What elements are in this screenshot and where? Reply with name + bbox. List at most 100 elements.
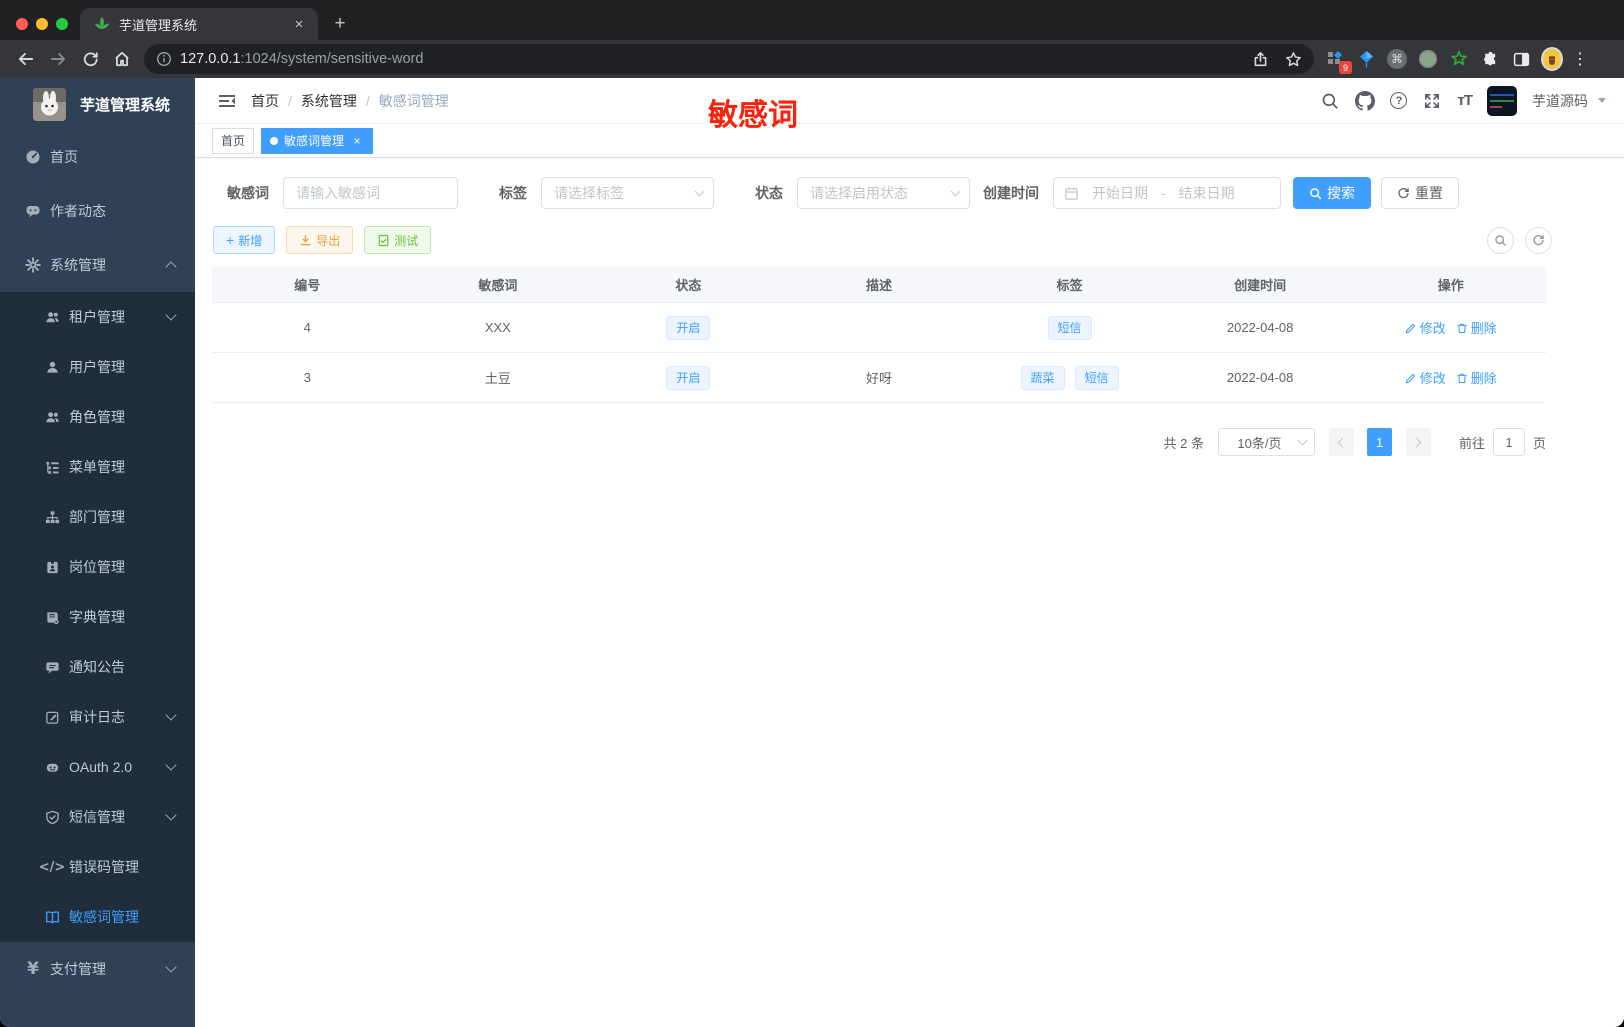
- sidebar-item-label: 部门管理: [69, 509, 125, 525]
- sidebar-item-system[interactable]: 系统管理: [0, 238, 195, 292]
- sidebar-item-sms[interactable]: 短信管理: [0, 792, 195, 842]
- site-info-icon[interactable]: [156, 51, 172, 67]
- breadcrumb-home[interactable]: 首页: [251, 91, 279, 111]
- table-row: 4 XXX 开启 短信 2022-04-08 修改 删除: [212, 302, 1546, 352]
- forward-icon[interactable]: [45, 46, 71, 72]
- toggle-search-button[interactable]: [1487, 226, 1514, 254]
- sidebar-item-oauth[interactable]: OAuth 2.0: [0, 742, 195, 792]
- breadcrumb-system[interactable]: 系统管理: [301, 91, 357, 111]
- share-icon[interactable]: [1252, 51, 1269, 68]
- extension-command-icon[interactable]: ⌘: [1386, 48, 1408, 70]
- tag-close-icon[interactable]: ×: [350, 134, 364, 148]
- delete-link[interactable]: 删除: [1456, 368, 1497, 387]
- reset-button[interactable]: 重置: [1381, 177, 1459, 209]
- shield-check-icon: [44, 809, 60, 825]
- caret-down-icon[interactable]: [1598, 98, 1606, 103]
- refresh-button[interactable]: [1525, 226, 1552, 254]
- sidebar-item-author[interactable]: 作者动态: [0, 184, 195, 238]
- column-header: 敏感词: [478, 277, 518, 293]
- sidebar-item-label: 首页: [50, 149, 78, 165]
- date-start-input[interactable]: [1081, 185, 1159, 201]
- home-icon[interactable]: [109, 46, 135, 72]
- add-button[interactable]: + 新增: [213, 226, 276, 254]
- extension-star-icon[interactable]: [1448, 48, 1470, 70]
- reload-icon[interactable]: [77, 46, 103, 72]
- extension-kite-icon[interactable]: [1355, 48, 1377, 70]
- next-page-button[interactable]: [1405, 428, 1431, 456]
- github-icon[interactable]: [1355, 90, 1376, 111]
- delete-link[interactable]: 删除: [1456, 318, 1497, 337]
- extension-grid-icon[interactable]: 9: [1324, 48, 1352, 74]
- sidebar-item-audit-log[interactable]: 审计日志: [0, 692, 195, 742]
- hamburger-icon[interactable]: [217, 91, 237, 111]
- profile-avatar[interactable]: [1541, 47, 1563, 71]
- edit-link[interactable]: 修改: [1405, 318, 1446, 337]
- browser-tab[interactable]: 芋道管理系统 ×: [80, 8, 318, 40]
- sidebar-item-menu[interactable]: 菜单管理: [0, 442, 195, 492]
- close-window-button[interactable]: [16, 18, 28, 30]
- sidebar-item-label: OAuth 2.0: [69, 759, 133, 775]
- chevron-down-icon: [165, 809, 177, 821]
- trash-icon: [1457, 323, 1467, 333]
- search-button[interactable]: 搜索: [1293, 177, 1371, 209]
- plus-icon: +: [226, 232, 235, 248]
- active-dot: [270, 136, 279, 145]
- sidebar-item-payment[interactable]: ¥ 支付管理: [0, 942, 195, 996]
- tag-view-current[interactable]: 敏感词管理 ×: [261, 127, 374, 154]
- column-header: 标签: [1056, 277, 1083, 293]
- header-search-icon[interactable]: [1320, 91, 1340, 111]
- user-avatar[interactable]: [1487, 85, 1517, 116]
- fullscreen-icon[interactable]: [1422, 91, 1442, 111]
- back-icon[interactable]: [13, 46, 39, 72]
- help-icon[interactable]: ?: [1390, 92, 1408, 109]
- extensions-puzzle-icon[interactable]: [1479, 48, 1501, 70]
- minimize-window-button[interactable]: [36, 18, 48, 30]
- test-button[interactable]: 测试: [364, 226, 432, 254]
- pagination: 共 2 条 10条/页 1 前往 页: [195, 428, 1546, 456]
- extension-dot-icon[interactable]: [1417, 48, 1439, 70]
- export-button[interactable]: 导出: [286, 226, 354, 254]
- new-tab-button[interactable]: +: [326, 10, 354, 38]
- pencil-icon: [1405, 323, 1416, 333]
- date-range-picker[interactable]: -: [1053, 177, 1281, 209]
- tag-badge: 短信: [1074, 365, 1119, 390]
- filter-form: 敏感词 标签 状态: [195, 177, 1624, 209]
- sidebar-item-notice[interactable]: 通知公告: [0, 642, 195, 692]
- bookmark-star-icon[interactable]: [1285, 51, 1302, 68]
- maximize-window-button[interactable]: [56, 18, 68, 30]
- sidebar-item-sensitive-word[interactable]: 敏感词管理: [0, 892, 195, 942]
- sidebar-item-label: 系统管理: [50, 257, 106, 273]
- sidebar-item-department[interactable]: 部门管理: [0, 492, 195, 542]
- tag-view-home[interactable]: 首页: [212, 127, 255, 154]
- sidebar-item-user[interactable]: 用户管理: [0, 342, 195, 392]
- sidebar-item-tenant[interactable]: 租户管理: [0, 292, 195, 342]
- date-end-input[interactable]: [1167, 185, 1246, 201]
- tag-filter-input[interactable]: [542, 185, 713, 201]
- tag-filter-select[interactable]: [541, 177, 714, 209]
- sidebar-item-label: 用户管理: [69, 359, 125, 375]
- cell-word: XXX: [484, 320, 511, 335]
- page-number-button[interactable]: 1: [1366, 428, 1392, 456]
- main-area: 敏感词 首页 / 系统管理 / 敏感词管理 ? тT 芋道源码 首页 敏感词管理…: [195, 78, 1624, 1027]
- prev-page-button[interactable]: [1328, 428, 1354, 456]
- sidebar-item-post[interactable]: 岗位管理: [0, 542, 195, 592]
- cell-word: 土豆: [484, 371, 511, 386]
- sidebar-toggle-icon[interactable]: [1510, 48, 1532, 70]
- sidebar-item-error-code[interactable]: </> 错误码管理: [0, 842, 195, 892]
- status-filter-select[interactable]: [797, 177, 970, 209]
- tag-view-label: 首页: [221, 134, 246, 148]
- url-bar[interactable]: 127.0.0.1:1024/system/sensitive-word: [144, 44, 1314, 74]
- word-filter-input[interactable]: [284, 185, 457, 201]
- status-filter-input[interactable]: [798, 185, 969, 201]
- page-size-select[interactable]: 10条/页: [1217, 428, 1315, 456]
- chrome-menu-icon[interactable]: ⋮: [1572, 49, 1588, 69]
- sidebar-item-role[interactable]: 角色管理: [0, 392, 195, 442]
- sidebar-item-dictionary[interactable]: 字典管理: [0, 592, 195, 642]
- edit-link[interactable]: 修改: [1405, 368, 1446, 387]
- sidebar-logo[interactable]: 芋道管理系统: [0, 78, 195, 130]
- tab-close-icon[interactable]: ×: [290, 15, 308, 33]
- cell-description: 好呀: [865, 371, 892, 386]
- goto-page-input[interactable]: [1492, 428, 1525, 456]
- sidebar-item-home[interactable]: 首页: [0, 130, 195, 184]
- font-size-icon[interactable]: тT: [1457, 92, 1472, 109]
